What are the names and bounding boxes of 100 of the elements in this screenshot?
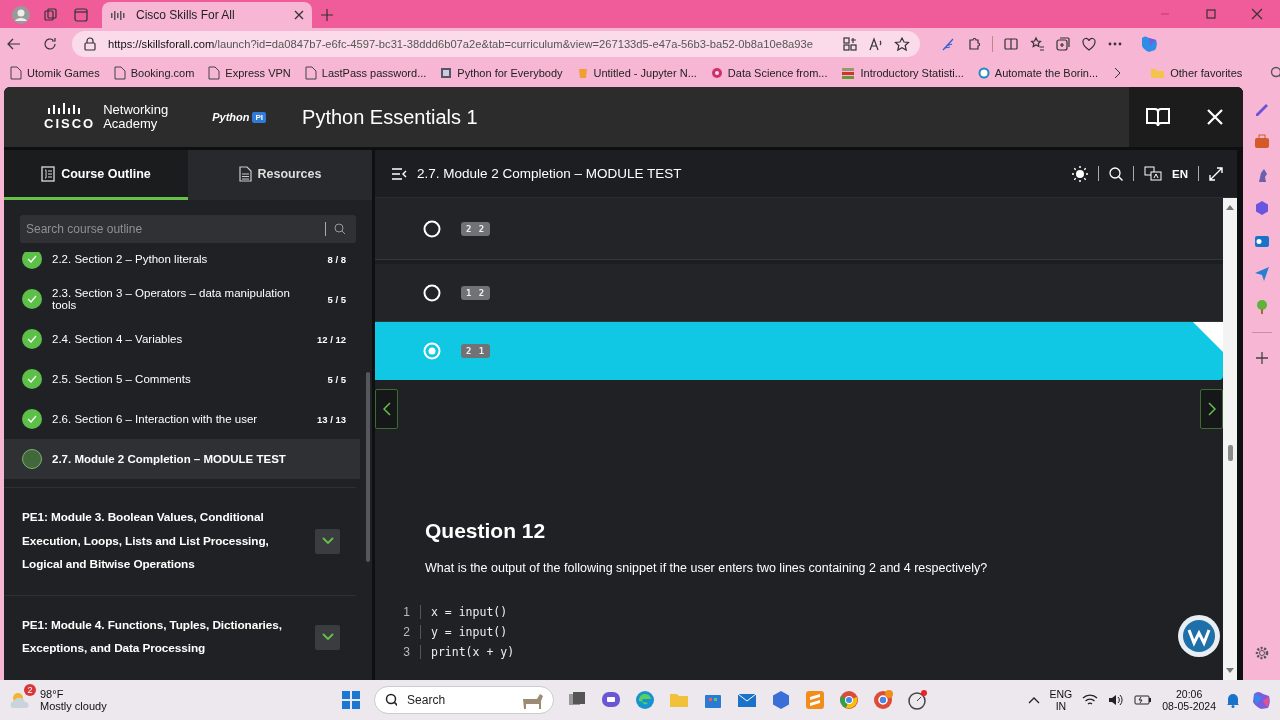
apps-icon[interactable] — [842, 35, 858, 52]
refresh-icon[interactable] — [42, 35, 58, 52]
bookmark[interactable]: Utomik Games — [10, 66, 100, 80]
close-icon[interactable] — [294, 10, 304, 20]
answer-option[interactable]: 2 1 — [375, 322, 1223, 380]
menu-collapse-icon[interactable] — [391, 167, 407, 180]
assistant-badge-icon[interactable] — [1177, 614, 1221, 658]
outline-item[interactable]: 2.7. Module 2 Completion – MODULE TEST — [4, 439, 360, 479]
translate-icon[interactable] — [1144, 166, 1162, 181]
line-number: 3 — [393, 645, 421, 659]
bookmark[interactable]: Untitled - Jupyter N... — [576, 67, 697, 79]
start-icon[interactable] — [340, 689, 362, 711]
mail-icon[interactable] — [1253, 233, 1270, 249]
expand-button[interactable] — [315, 528, 340, 554]
folder-icon — [1150, 67, 1166, 79]
send-icon[interactable] — [1253, 266, 1270, 282]
bookmark[interactable]: LastPass password... — [304, 66, 427, 80]
browser-tab[interactable]: Cisco Skills For All — [102, 2, 312, 28]
progress-count: 12 / 12 — [316, 333, 346, 345]
outline-item[interactable]: 2.5. Section 5 – Comments 5 / 5 — [4, 359, 360, 399]
module-title: PE1: Module 3. Boolean Values, Conditional Execution, Loops, Lists and List Processing, Logical and Bitwise Operations — [22, 509, 270, 573]
next-button[interactable] — [1200, 389, 1223, 429]
search-icon[interactable] — [1109, 166, 1123, 181]
volume-icon[interactable] — [1108, 693, 1125, 707]
collections-icon[interactable] — [1055, 35, 1071, 52]
bookmark[interactable]: Booking.com — [113, 66, 195, 80]
bell-icon[interactable] — [1226, 692, 1240, 708]
radio-button[interactable] — [423, 342, 441, 360]
fullscreen-icon[interactable] — [1209, 166, 1223, 181]
sublime-icon[interactable] — [804, 689, 826, 711]
expand-button[interactable] — [315, 624, 340, 650]
favorite-icon[interactable] — [894, 35, 910, 52]
line-number: 2 — [393, 625, 421, 639]
answer-code: 2 1 — [461, 344, 491, 358]
radio-button[interactable] — [423, 283, 441, 302]
logo-text: Networking — [103, 103, 169, 117]
close-icon[interactable] — [1249, 6, 1265, 22]
question-title: Question 12 — [425, 519, 547, 543]
briefcase-icon[interactable] — [1253, 134, 1270, 150]
bookmark-folder[interactable]: Other favorites — [1150, 67, 1243, 79]
chrome-icon[interactable] — [838, 689, 860, 711]
dashboard-icon[interactable] — [906, 689, 928, 711]
language-label[interactable]: EN — [1172, 167, 1188, 180]
extensions-icon[interactable] — [966, 35, 982, 52]
page-icon — [113, 66, 126, 80]
chrome-icon[interactable] — [872, 689, 894, 711]
chevron-right-icon[interactable] — [1112, 67, 1123, 79]
workspaces-icon[interactable] — [43, 7, 59, 23]
copilot-icon[interactable] — [1250, 689, 1272, 711]
taskbar-search-field[interactable]: Search — [405, 687, 510, 713]
read-aloud-icon[interactable] — [868, 35, 884, 52]
ring-icon — [710, 67, 723, 79]
bookmark[interactable]: Express VPN — [208, 66, 291, 80]
outline-item[interactable]: 2.3. Section 3 – Operators – data manipulation tools 5 / 5 — [4, 279, 360, 319]
answer-option[interactable]: 1 2 — [375, 260, 1223, 322]
close-button[interactable] — [1187, 87, 1243, 147]
sidebar-tab[interactable]: Resources — [188, 150, 372, 200]
bookmark[interactable]: Automate the Borin... — [977, 67, 1099, 79]
tab-actions-icon[interactable] — [73, 7, 89, 23]
chevron-right-icon — [1207, 402, 1216, 416]
battery-icon[interactable] — [1134, 694, 1153, 706]
split-screen-icon[interactable] — [1003, 35, 1019, 52]
outline-item[interactable]: 2.4. Section 4 – Variables 12 / 12 — [4, 319, 360, 359]
add-icon[interactable] — [1253, 350, 1270, 366]
taskbar-search-box[interactable]: Search — [374, 686, 554, 714]
hexagon-icon[interactable] — [770, 689, 792, 711]
outline-item[interactable]: 2.6. Section 6 – Interaction with the user 13 / 13 — [4, 399, 360, 439]
scroll-down-icon[interactable] — [1226, 668, 1234, 674]
partner-badge: PI — [252, 111, 267, 123]
clock[interactable]: 20:06 08-05-2024 — [1162, 688, 1216, 712]
outline-icon — [41, 165, 56, 182]
search-icon — [334, 223, 346, 235]
health-icon[interactable] — [1081, 35, 1097, 52]
maximize-icon[interactable] — [1203, 6, 1219, 22]
browser-icon[interactable] — [634, 689, 656, 711]
bookmark[interactable]: Data Science from... — [710, 67, 828, 79]
page-icon — [304, 66, 317, 80]
bookmark[interactable]: Introductory Statisti... — [841, 67, 964, 79]
new-tab-icon[interactable] — [319, 7, 335, 23]
profile-icon[interactable] — [12, 6, 30, 24]
url-text: https://skillsforall.com/launch?id=da0847b7-e6fc-4597-bc31-38ddd6b07a2e&tab=curriculum&view=267133d5-e47a-56b3-ba52-0b8a10e8a93e — [108, 37, 813, 50]
outline-item[interactable]: 2.2. Section 2 – Python literals 8 / 8 — [4, 252, 360, 279]
progress-count: 13 / 13 — [316, 413, 346, 425]
favorites-icon[interactable] — [1029, 35, 1045, 52]
address-bar[interactable]: https://skillsforall.com/launch?id=da0847b7-e6fc-4597-bc31-38ddd6b07a2e&tab=curriculum&view=267133d5-e47a-56b3-ba52-0b8a10e8a93e — [72, 30, 920, 57]
language-indicator[interactable]: ENG IN — [1049, 688, 1073, 712]
wifi-icon[interactable] — [1082, 693, 1099, 707]
code-line: print(x + y) — [430, 645, 516, 659]
settings-icon[interactable] — [1253, 645, 1270, 661]
radio-button[interactable] — [423, 219, 441, 238]
bookmark[interactable]: Python for Everybody — [440, 67, 563, 79]
scroll-up-icon[interactable] — [1226, 204, 1234, 210]
book-button[interactable] — [1129, 87, 1187, 147]
partner-logo-text: Python — [212, 111, 250, 123]
pen-icon[interactable] — [1253, 101, 1270, 117]
previous-button[interactable] — [375, 389, 398, 429]
chevron-up-icon[interactable] — [1027, 696, 1040, 704]
hexagon-icon[interactable] — [1253, 200, 1270, 216]
sidebar-tab[interactable]: Course Outline — [4, 150, 188, 200]
brightness-icon[interactable] — [1072, 165, 1088, 182]
